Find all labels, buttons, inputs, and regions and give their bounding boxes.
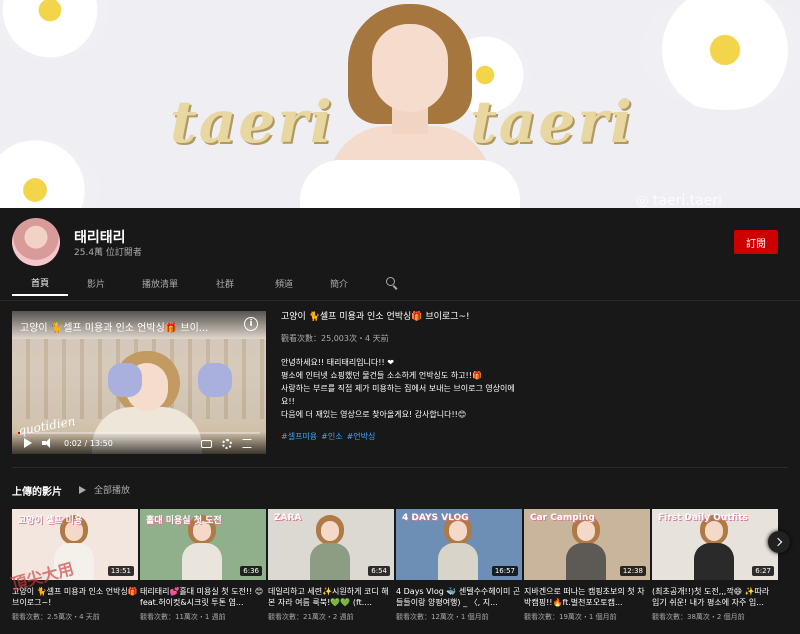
description-line: 사랑하는 부르를 직접 제가 미용하는 집에서 보내는 브이로그 영상이에	[281, 384, 515, 393]
progress-bar[interactable]	[18, 432, 260, 434]
video-title[interactable]: (최초공개!!)첫 도전,,,깍😄 ✨따라 입기 쉬운! 내가 평소에 자주 입…	[652, 586, 778, 608]
hashtag-link[interactable]: #셀프미용	[281, 431, 317, 442]
video-duration: 16:57	[491, 566, 518, 576]
channel-name: 태리태리	[74, 230, 126, 246]
video-card[interactable]: 4 DAYS VLOG 16:57 4 Days Vlog 🐳 센텔수수헤이미 곤…	[396, 509, 522, 634]
player-title[interactable]: 고양이 🐈셀프 미용과 인소 언박싱🎁 브이...	[20, 319, 220, 334]
thumbnail-text: ZARA	[274, 513, 302, 523]
video-duration: 12:38	[619, 566, 646, 576]
video-thumbnail[interactable]: 홀대 미용실 첫 도전 6:36	[140, 509, 266, 580]
channel-header: 태리태리 25.4萬 位訂閱者 訂閱 首頁 影片 播放清單 社群 頻道 簡介	[0, 208, 800, 300]
video-title[interactable]: 지바겐으로 떠나는 캠핑초보의 첫 차박캠핑!!🔥ft.벌천포오토캠...	[524, 586, 650, 608]
featured-video-info: 고양이 🐈셀프 미용과 인소 언박싱🎁 브이로그~! 觀看次數：25,003次・…	[281, 311, 521, 442]
video-card[interactable]: 홀대 미용실 첫 도전 6:36 태리태리💕홀대 미용실 첫 도전!! 😊feat…	[140, 509, 266, 634]
video-title[interactable]: 데일리하고 세련✨시원하게 코디 해본 자라 여름 룩북!💚💚 (ft....	[268, 586, 394, 608]
video-duration: 6:36	[240, 566, 262, 576]
progress-fill	[18, 432, 21, 434]
video-meta: 觀看次數：12萬次・1 個月前	[396, 613, 489, 621]
video-glove-left	[108, 363, 142, 397]
video-meta: 觀看次數：19萬次・1 個月前	[524, 613, 617, 621]
fullscreen-icon[interactable]	[242, 439, 252, 448]
tab-playlists[interactable]: 播放清單	[124, 270, 196, 296]
flower-decoration	[0, 140, 100, 208]
video-duration: 6:27	[752, 566, 774, 576]
play-icon	[79, 485, 86, 494]
thumbnail-text: Car Camping	[530, 513, 595, 523]
video-title[interactable]: 4 Days Vlog 🐳 센텔수수헤이미 곤들들이랑 양평여행) _ 〈, 지…	[396, 586, 522, 608]
tab-videos[interactable]: 影片	[68, 270, 124, 296]
description-line: 안녕하세요!! 태리태리입니다!! ❤	[281, 358, 394, 367]
video-thumbnail[interactable]: First Daily Outfits 6:27	[652, 509, 778, 580]
description-line: 요!!	[281, 397, 295, 406]
chevron-right-icon	[773, 537, 783, 547]
video-title[interactable]: 태리태리💕홀대 미용실 첫 도전!! 😊feat.허이컷&시크릿 투톤 염...	[140, 586, 266, 608]
featured-video-description: 안녕하세요!! 태리태리입니다!! ❤ 평소에 인터넷 쇼핑했던 물건들 소소하…	[281, 356, 521, 421]
description-line: 다음에 더 재있는 영상으로 찾아올게요! 감사합니다!!😊	[281, 410, 467, 419]
section-divider	[12, 467, 788, 468]
hashtag-link[interactable]: #언박싱	[347, 431, 376, 442]
video-card[interactable]: ZARA 6:54 데일리하고 세련✨시원하게 코디 해본 자라 여름 룩북!💚💚…	[268, 509, 394, 634]
video-meta: 觀看次數：11萬次・1 週前	[140, 613, 226, 621]
thumbnail-text: 4 DAYS VLOG	[402, 513, 469, 523]
thumbnail-text: 고양이 셀프 미용	[18, 516, 83, 526]
channel-avatar[interactable]	[12, 218, 60, 266]
video-meta: 觀看次數：38萬次・2 個月前	[652, 613, 745, 621]
featured-video-title[interactable]: 고양이 🐈셀프 미용과 인소 언박싱🎁 브이로그~!	[281, 311, 521, 324]
uploads-section-title[interactable]: 上傳的影片	[12, 483, 62, 498]
video-thumbnail[interactable]: ZARA 6:54	[268, 509, 394, 580]
play-all-label: 全部播放	[94, 486, 131, 496]
player-time: 0:02 / 13:50	[64, 439, 113, 448]
subtitles-icon[interactable]	[201, 440, 212, 448]
video-duration: 6:54	[368, 566, 390, 576]
header-divider	[0, 300, 800, 301]
tab-about[interactable]: 簡介	[314, 270, 364, 296]
featured-video-player[interactable]: 고양이 🐈셀프 미용과 인소 언박싱🎁 브이... i quotidien 0:…	[12, 311, 266, 454]
video-meta: 觀看次數：21萬次・2 週前	[268, 613, 354, 621]
tab-channels[interactable]: 頻道	[254, 270, 314, 296]
hashtag-link[interactable]: #인소	[321, 431, 342, 442]
gear-icon[interactable]	[222, 439, 232, 449]
channel-banner: taeri taeri ◎ taeri.taeri	[0, 0, 800, 208]
next-arrow-button[interactable]	[768, 531, 790, 553]
uploads-row: 고양이 셀프 미용 13:51 고양이 🐈셀프 미용과 인소 언박싱🎁 브이로그~…	[12, 509, 778, 634]
thumbnail-text: 홀대 미용실 첫 도전	[146, 516, 222, 526]
banner-instagram-handle: ◎ taeri.taeri	[636, 193, 722, 208]
flower-decoration	[0, 0, 110, 60]
video-card[interactable]: Car Camping 12:38 지바겐으로 떠나는 캠핑초보의 첫 차박캠핑!…	[524, 509, 650, 634]
subscriber-count: 25.4萬 位訂閱者	[74, 248, 142, 258]
play-all-button[interactable]: 全部播放	[79, 483, 130, 496]
video-meta: 觀看次數：2.5萬次・4 天前	[12, 613, 100, 621]
tab-community[interactable]: 社群	[196, 270, 254, 296]
info-icon[interactable]: i	[244, 317, 258, 331]
banner-portrait	[300, 0, 520, 208]
video-glove-right	[198, 363, 232, 397]
volume-icon[interactable]	[42, 438, 52, 448]
thumbnail-text: First Daily Outfits	[658, 513, 748, 523]
hashtags: #셀프미용 #인소 #언박싱	[281, 431, 521, 442]
video-duration: 13:51	[107, 566, 134, 576]
flower-decoration	[640, 0, 800, 110]
video-thumbnail[interactable]: Car Camping 12:38	[524, 509, 650, 580]
channel-tabs: 首頁 影片 播放清單 社群 頻道 簡介	[12, 270, 398, 296]
featured-video-meta: 觀看次數：25,003次・4 天前	[281, 334, 389, 343]
video-thumbnail[interactable]: 4 DAYS VLOG 16:57	[396, 509, 522, 580]
description-line: 평소에 인터넷 쇼핑했던 물건들 소소하게 언박싱도 하고!!🎁	[281, 371, 482, 380]
banner-handle-text: taeri.taeri	[652, 193, 722, 208]
subscribe-button[interactable]: 訂閱	[734, 230, 778, 254]
play-icon[interactable]	[24, 438, 32, 448]
tab-home[interactable]: 首頁	[12, 270, 68, 296]
search-icon[interactable]	[386, 277, 398, 289]
video-card[interactable]: First Daily Outfits 6:27 (최초공개!!)첫 도전,,,깍…	[652, 509, 778, 634]
